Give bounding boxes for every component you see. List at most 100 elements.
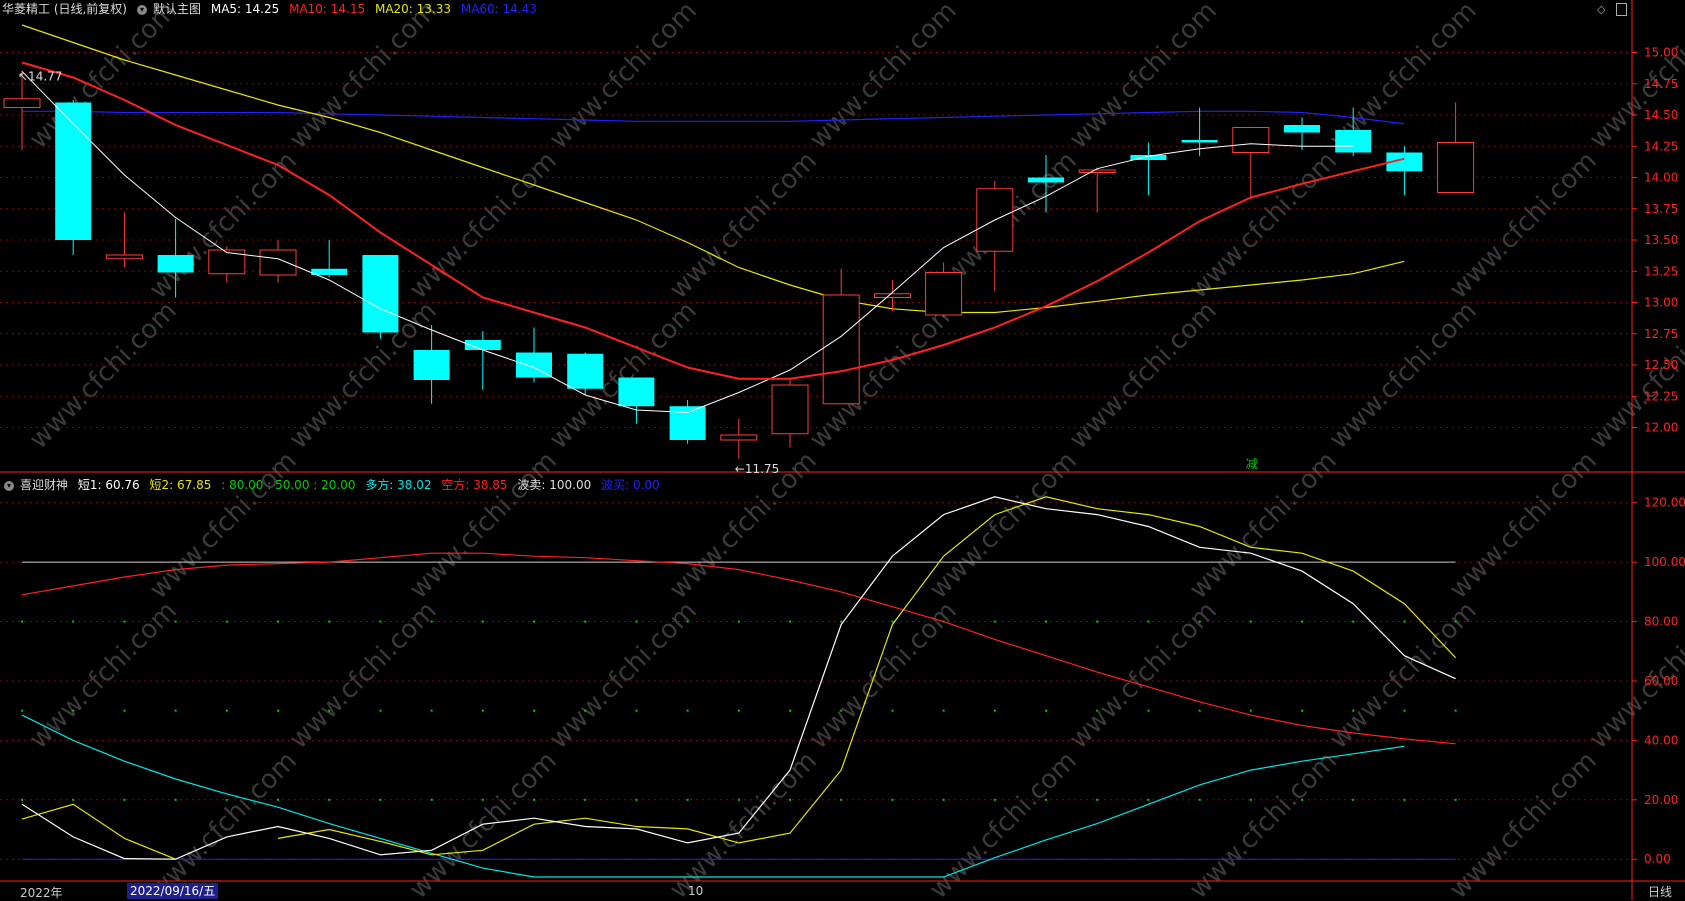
- watermark-text: www.cfchi.com: [544, 596, 703, 755]
- price-tick-label: 13.50: [1644, 233, 1678, 247]
- diamond-icon[interactable]: ◇: [1597, 3, 1605, 16]
- candle-body: [1437, 142, 1475, 193]
- watermark-text: www.cfchi.com: [144, 746, 303, 900]
- candle-body: [311, 268, 348, 275]
- watermark-text: www.cfchi.com: [24, 296, 183, 455]
- short1-value: 短1: 60.76: [77, 478, 140, 492]
- candle-body: [157, 255, 194, 273]
- level-dot: [737, 620, 740, 623]
- watermark-layer: www.cfchi.com www.cfchi.com www.cfchi.com w…: [24, 0, 1685, 900]
- level-dot: [1045, 709, 1047, 712]
- indicator-tick-label: 80.00: [1644, 615, 1678, 629]
- level-dot: [1249, 620, 1252, 623]
- main-chart-header: 华菱精工 (日线,前复权) ▾ 默认主图 MA5: 14.25 MA10: 14.1…: [0, 0, 543, 18]
- level-dot: [123, 798, 126, 801]
- watermark-text: www.cfchi.com: [924, 746, 1083, 900]
- level-dot: [379, 709, 382, 712]
- level-dot: [1249, 798, 1252, 801]
- level-dot: [584, 709, 587, 712]
- level-dot: [1147, 620, 1150, 623]
- level-dot: [430, 620, 433, 623]
- level-dot: [1045, 798, 1047, 801]
- price-tick-label: 13.00: [1644, 296, 1678, 310]
- level-dot: [1301, 620, 1303, 623]
- price-tick-label: 14.25: [1644, 139, 1678, 153]
- low-price-marker: ←11.75: [735, 462, 779, 476]
- watermark-text: www.cfchi.com: [1444, 446, 1603, 605]
- level-dot: [891, 709, 894, 712]
- dropdown-circle-icon[interactable]: ▾: [137, 4, 147, 15]
- level-dot: [277, 798, 279, 801]
- candle-body: [362, 255, 399, 333]
- level-dot: [21, 620, 23, 623]
- watermark-text: www.cfchi.com: [1324, 596, 1483, 755]
- price-tick-label: 12.50: [1644, 358, 1678, 372]
- watermark-text: www.cfchi.com: [24, 596, 183, 755]
- ma10-value: MA10: 14.15: [289, 2, 366, 16]
- level-dot: [225, 620, 228, 623]
- level-dot: [942, 709, 945, 712]
- level-dot: [686, 798, 689, 801]
- level-dot: [840, 709, 843, 712]
- level-dot: [942, 798, 945, 801]
- main-chart-label[interactable]: 默认主图: [153, 2, 201, 16]
- sell-value: 波卖: 100.00: [517, 478, 592, 492]
- buy-value: 波买: 0.00: [601, 478, 660, 492]
- candle-body: [1232, 127, 1270, 153]
- ma60-value: MA60: 14.43: [460, 2, 537, 16]
- candle-body: [771, 384, 809, 435]
- level-dot: [1352, 709, 1355, 712]
- short2-value: 短2: 67.85: [149, 478, 212, 492]
- candle-body: [3, 98, 41, 108]
- level-dot: [1352, 620, 1355, 623]
- watermark-text: www.cfchi.com: [924, 446, 1083, 605]
- watermark-text: www.cfchi.com: [1184, 446, 1343, 605]
- candle-body: [720, 434, 758, 441]
- candle-body: [618, 377, 655, 407]
- level-dot: [225, 709, 228, 712]
- level-dot: [225, 798, 228, 801]
- level-dot: [840, 798, 843, 801]
- indicator-name[interactable]: 喜迎财神: [20, 478, 68, 492]
- indicator-header: ▾ 喜迎财神 短1: 60.76 短2: 67.85 : 80.00 : 50.0…: [0, 476, 666, 494]
- level-dot: [1454, 798, 1457, 801]
- price-tick-label: 13.75: [1644, 202, 1678, 216]
- level-dot: [635, 620, 638, 623]
- bear-value: 空方: 38.85: [441, 478, 508, 492]
- level-dot: [1301, 798, 1303, 801]
- ma20-value: MA20: 13.33: [374, 2, 452, 16]
- level-dot: [21, 798, 23, 801]
- level-dot: [174, 709, 177, 712]
- price-tick-label: 12.25: [1644, 389, 1678, 403]
- level-dot: [840, 620, 843, 623]
- level-dot: [1096, 620, 1099, 623]
- dropdown-circle-icon[interactable]: ▾: [4, 480, 14, 491]
- indicator-tick-label: 60.00: [1644, 674, 1678, 688]
- level-dot: [430, 798, 433, 801]
- cursor-date: 2022/09/16/五: [127, 883, 219, 899]
- level-dot: [993, 620, 996, 623]
- watermark-text: www.cfchi.com: [404, 446, 563, 605]
- level-dot: [891, 620, 894, 623]
- level-dot: [72, 709, 75, 712]
- level-dot: [1096, 709, 1099, 712]
- period-label[interactable]: 日线: [1648, 883, 1672, 900]
- candle-body: [873, 293, 911, 298]
- watermark-text: www.cfchi.com: [804, 0, 963, 155]
- level-dot: [174, 798, 177, 801]
- level-dot: [737, 798, 740, 801]
- month-label: 10: [688, 884, 704, 898]
- watermark-text: www.cfchi.com: [1064, 296, 1223, 455]
- watermark-text: www.cfchi.com: [1324, 296, 1483, 455]
- level-dot: [533, 620, 535, 623]
- level-dot: [1403, 709, 1406, 712]
- candle-body: [925, 272, 963, 316]
- watermark-text: www.cfchi.com: [1064, 596, 1223, 755]
- level-dot: [1352, 798, 1355, 801]
- scroll-indicator-icon[interactable]: [1616, 3, 1627, 16]
- level-dot: [481, 798, 484, 801]
- level-dot: [328, 798, 331, 801]
- chart-canvas[interactable]: www.cfchi.com www.cfchi.com www.cfchi.com w…: [0, 0, 1685, 900]
- watermark-text: www.cfchi.com: [1444, 746, 1603, 900]
- level-dot: [737, 709, 740, 712]
